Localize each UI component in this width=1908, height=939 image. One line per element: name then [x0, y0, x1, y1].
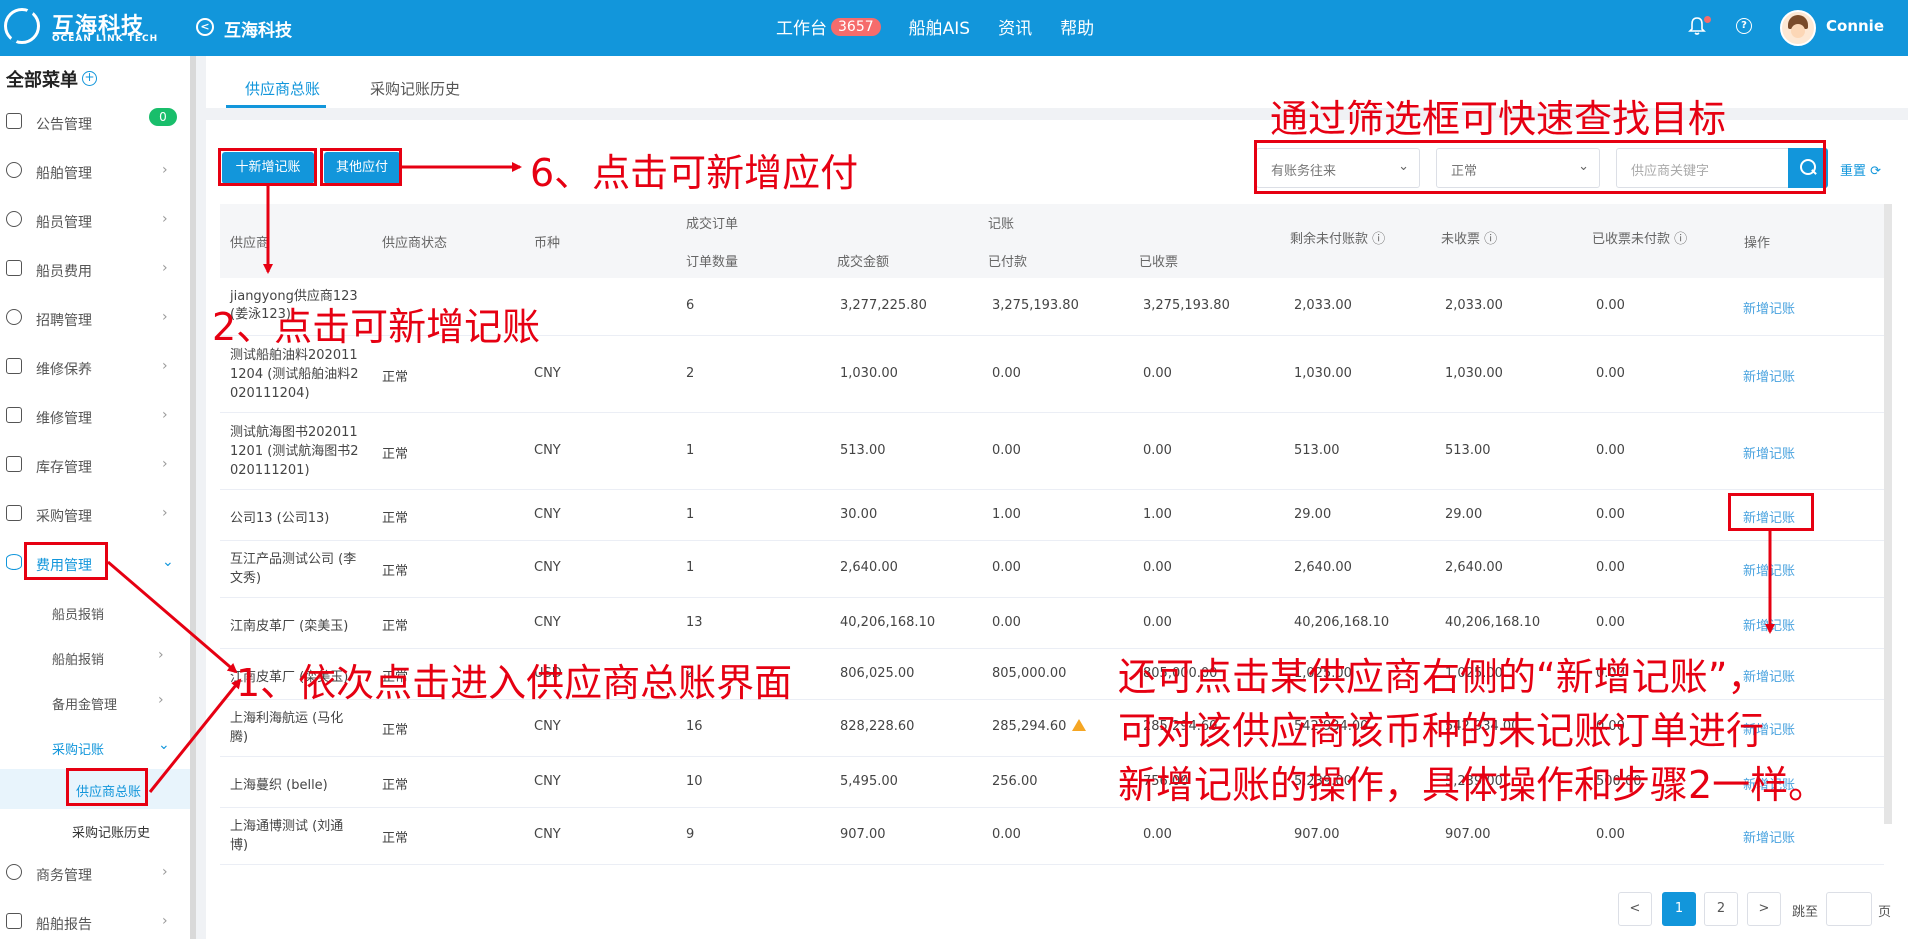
annotation-tip-line2: 可对该供应商该币种的未记账订单进行	[1118, 709, 1765, 753]
annotation-tip-line1: 还可点击某供应商右侧的“新增记账”，	[1118, 655, 1766, 699]
app-root: 互海科技 OCEAN LINK TECH < 互海科技 工作台 3657 船舶A…	[0, 0, 1908, 939]
annotation-step6: 6、点击可新增应付	[530, 151, 859, 195]
annotation-step2: 2、点击可新增记账	[212, 305, 541, 349]
arrow-step1-b	[148, 678, 242, 793]
annotation-step1: 1、依次点击进入供应商总账界面	[236, 661, 793, 705]
arrow-step1-a	[107, 560, 238, 674]
annotation-tip-line3: 新增记账的操作，具体操作和步骤2一样。	[1118, 763, 1827, 807]
annotation-filter-tip: 通过筛选框可快速查找目标	[1270, 97, 1727, 141]
